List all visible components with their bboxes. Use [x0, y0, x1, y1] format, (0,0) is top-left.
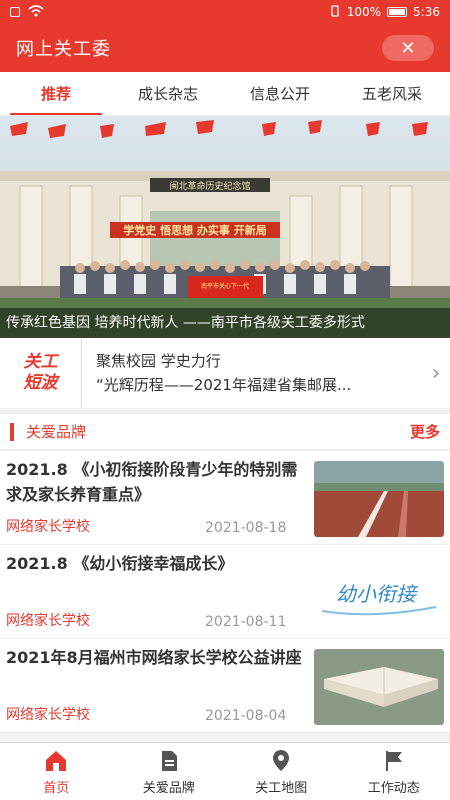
battery-percent: 100% — [346, 5, 382, 19]
banner-slogan: 学党史 悟思想 办实事 开新局 — [123, 223, 267, 237]
item-thumbnail: 幼小衔接 — [314, 555, 444, 631]
item-source: 网络家长学校 — [6, 707, 90, 723]
section-marker — [10, 422, 14, 441]
category-tabs: 推荐 成长杂志 信息公开 五老风采 — [0, 72, 450, 116]
clock: 5:36 — [413, 5, 440, 19]
nav-work-news-label: 工作动态 — [367, 780, 420, 796]
map-pin-icon — [273, 749, 290, 771]
battery-icon — [387, 7, 408, 17]
list-item[interactable]: 2021年8月福州市网络家长学校公益讲座 网络家长学校 2021-08-04 — [0, 639, 450, 733]
item-thumbnail — [314, 461, 444, 537]
item-title: 2021年8月福州市网络家长学校公益讲座 — [6, 648, 302, 667]
banner-carousel[interactable]: 闽北革命历史纪念馆 学党史 悟思想 办实事 开新局 南平市关心下一代 传承红色基… — [0, 116, 450, 338]
notification-icon — [10, 7, 20, 17]
bottom-nav: 首页 关爱品牌 关工地图 工作动态 — [0, 742, 450, 800]
item-date: 2021-08-11 — [205, 614, 287, 630]
news-line-2[interactable]: “光辉历程——2021年福建省集邮展... — [96, 373, 406, 397]
app-bar: 网上关工委 ✕ — [0, 24, 450, 72]
article-list: 2021.8 《小初衔接阶段青少年的特别需求及家长养育重点》 网络家长学校 20… — [0, 451, 450, 733]
banner-caption: 传承红色基因 培养时代新人 ——南平市各级关工委多形式 — [0, 308, 450, 338]
tab-info-disclosure[interactable]: 信息公开 — [224, 72, 336, 115]
banner-photo: 闽北革命历史纪念馆 学党史 悟思想 办实事 开新局 南平市关心下一代 — [0, 116, 450, 338]
more-link[interactable]: 更多 — [410, 421, 440, 442]
news-logo-line1: 关工 — [23, 352, 58, 372]
item-date: 2021-08-18 — [205, 520, 287, 536]
section-title: 关爱品牌 — [26, 423, 87, 441]
item-title: 2021.8 《小初衔接阶段青少年的特别需求及家长养育重点》 — [6, 460, 298, 504]
list-item[interactable]: 2021.8 《幼小衔接幸福成长》 网络家长学校 2021-08-11 幼小衔接 — [0, 545, 450, 639]
nav-care-brand-label: 关爱品牌 — [142, 780, 195, 796]
tab-elders[interactable]: 五老风采 — [336, 72, 448, 115]
tab-recommend[interactable]: 推荐 — [0, 72, 112, 115]
news-logo: 关工 短波 — [0, 338, 82, 408]
status-bar: 100% 5:36 — [0, 0, 450, 24]
vibrate-icon — [329, 4, 341, 20]
nav-home-label: 首页 — [43, 780, 70, 796]
list-item[interactable]: 2021.8 《小初衔接阶段青少年的特别需求及家长养育重点》 网络家长学校 20… — [0, 451, 450, 545]
item-date: 2021-08-04 — [205, 708, 287, 724]
tab-growth-magazine[interactable]: 成长杂志 — [112, 72, 224, 115]
document-icon — [161, 750, 177, 771]
banner-flag-text: 南平市关心下一代 — [201, 282, 249, 290]
home-icon — [46, 750, 67, 771]
nav-map[interactable]: 关工地图 — [225, 743, 338, 800]
chevron-right-icon[interactable]: › — [422, 361, 450, 386]
nav-home[interactable]: 首页 — [0, 743, 113, 800]
flag-icon — [385, 750, 402, 771]
wifi-icon — [28, 4, 44, 20]
thumbnail-text: 幼小衔接 — [336, 582, 419, 606]
item-title: 2021.8 《幼小衔接幸福成长》 — [6, 554, 234, 573]
section-header: 关爱品牌 更多 — [0, 414, 450, 450]
news-ticker[interactable]: 关工 短波 聚焦校园 学史力行 “光辉历程——2021年福建省集邮展... › — [0, 338, 450, 408]
news-line-1[interactable]: 聚焦校园 学史力行 — [96, 349, 406, 373]
item-source: 网络家长学校 — [6, 519, 90, 535]
nav-map-label: 关工地图 — [255, 780, 308, 796]
nav-care-brand[interactable]: 关爱品牌 — [113, 743, 226, 800]
close-button[interactable]: ✕ — [382, 35, 434, 61]
item-thumbnail — [314, 649, 444, 725]
item-source: 网络家长学校 — [6, 613, 90, 629]
app-title: 网上关工委 — [16, 39, 111, 60]
close-icon: ✕ — [400, 37, 416, 59]
nav-work-news[interactable]: 工作动态 — [338, 743, 450, 800]
news-logo-line2: 短波 — [23, 373, 58, 393]
building-sign: 闽北革命历史纪念馆 — [169, 180, 250, 192]
